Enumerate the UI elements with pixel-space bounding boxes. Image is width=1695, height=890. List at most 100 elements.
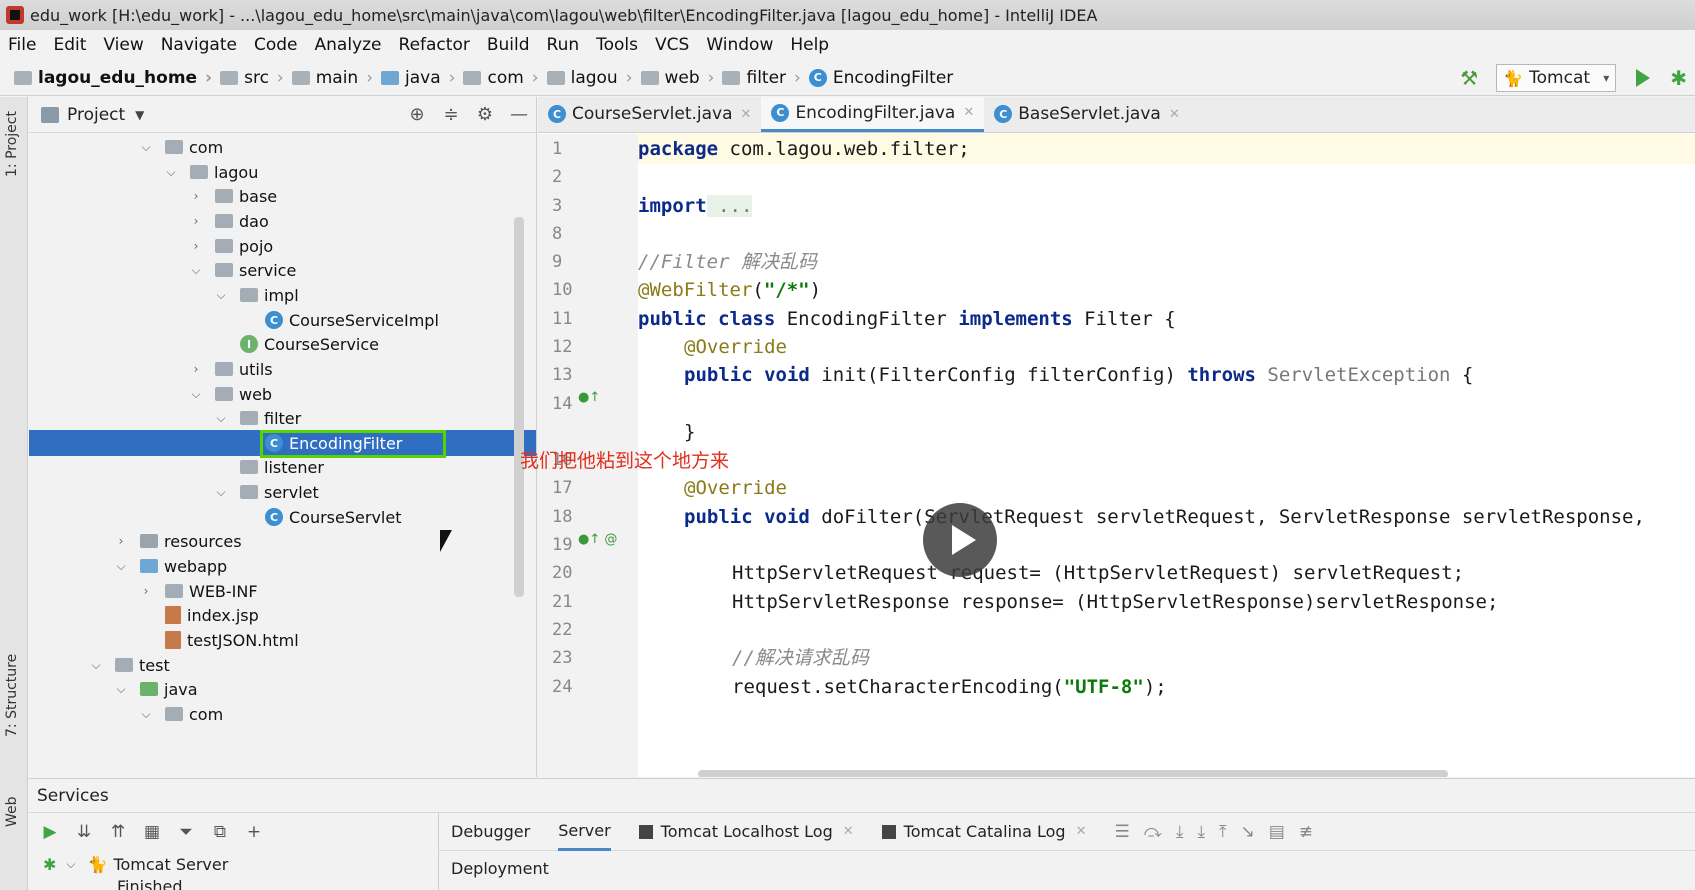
tree-item-courseservlet[interactable]: C CourseServlet <box>29 504 536 530</box>
chevron-down-icon[interactable]: ⌵ <box>214 288 228 303</box>
breadcrumb-lagou[interactable]: lagou › <box>546 68 633 88</box>
build-hammer-icon[interactable]: ⚒ <box>1460 68 1480 88</box>
tree-item-listener[interactable]: listener <box>29 454 536 480</box>
menu-vcs[interactable]: VCS <box>655 35 689 55</box>
menu-refactor[interactable]: Refactor <box>399 35 470 55</box>
breadcrumb-main[interactable]: main › <box>291 68 373 88</box>
tab-server[interactable]: Server <box>558 813 611 851</box>
chevron-down-icon[interactable]: ⌵ <box>114 682 128 697</box>
tab-debugger[interactable]: Debugger <box>451 813 530 851</box>
run-configuration-select[interactable]: 🐈 Tomcat ▾ <box>1496 64 1617 92</box>
menu-view[interactable]: View <box>103 35 143 55</box>
chevron-down-icon[interactable]: ⌵ <box>89 658 103 673</box>
breadcrumb-java[interactable]: java › <box>381 68 455 88</box>
tree-item-web[interactable]: ⌵ web <box>29 381 536 407</box>
close-icon[interactable]: ✕ <box>1169 107 1180 122</box>
project-tool-button[interactable]: 1: Project <box>4 111 20 177</box>
tree-item-com[interactable]: ⌵ com <box>29 701 536 727</box>
breadcrumb-project[interactable]: lagou_edu_home › <box>14 68 212 88</box>
chevron-down-icon[interactable]: ⌵ <box>139 140 153 155</box>
add-icon[interactable]: + <box>243 822 265 842</box>
menu-help[interactable]: Help <box>790 35 829 55</box>
breadcrumb-encodingfilter[interactable]: C EncodingFilter <box>808 68 953 88</box>
chevron-down-icon[interactable]: ⌵ <box>214 411 228 426</box>
code-area[interactable]: package com.lagou.web.filter; import ...… <box>638 134 1695 777</box>
menu-analyze[interactable]: Analyze <box>315 35 382 55</box>
chevron-down-icon[interactable]: ⌵ <box>189 263 203 278</box>
menu-tools[interactable]: Tools <box>596 35 638 55</box>
chevron-down-icon[interactable]: ⌵ <box>214 485 228 500</box>
tree-item-resources[interactable]: › resources <box>29 528 536 554</box>
run-icon[interactable]: ▶ <box>39 822 61 842</box>
close-icon[interactable]: ✕ <box>1076 824 1087 839</box>
menu-icon[interactable]: ☰ <box>1115 822 1130 842</box>
chevron-down-icon[interactable]: ▼ <box>135 108 144 122</box>
structure-tool-button[interactable]: 7: Structure <box>4 654 20 737</box>
tree-item-base[interactable]: › base <box>29 183 536 209</box>
new-tab-icon[interactable]: ⧉ <box>209 822 231 842</box>
breadcrumb-src[interactable]: src › <box>220 68 284 88</box>
chevron-right-icon[interactable]: › <box>189 239 203 253</box>
chevron-down-icon[interactable]: ⌵ <box>189 387 203 402</box>
tree-item-utils[interactable]: › utils <box>29 356 536 382</box>
services-tree-item[interactable]: ✱ ⌵ 🐈 Tomcat Server <box>29 851 438 877</box>
tree-item-dao[interactable]: › dao <box>29 208 536 234</box>
minimize-icon[interactable]: — <box>508 105 530 125</box>
tab-courseservlet[interactable]: C CourseServlet.java ✕ <box>538 97 761 132</box>
collapse-all-icon[interactable]: ⇈ <box>107 822 129 842</box>
tab-encodingfilter[interactable]: C EncodingFilter.java ✕ <box>761 97 985 132</box>
video-play-icon[interactable] <box>923 503 997 577</box>
chevron-right-icon[interactable]: › <box>189 214 203 228</box>
step-out-icon[interactable]: ⤒ <box>1219 822 1227 842</box>
tree-item-service[interactable]: ⌵ service <box>29 257 536 283</box>
tab-baseservlet[interactable]: C BaseServlet.java ✕ <box>984 97 1189 132</box>
implements-gutter-icon[interactable]: ●↑ <box>578 390 600 405</box>
filter-icon[interactable]: ⏷ <box>175 822 197 842</box>
tree-item-web-inf[interactable]: › WEB-INF <box>29 578 536 604</box>
menu-window[interactable]: Window <box>706 35 773 55</box>
chevron-right-icon[interactable]: › <box>189 362 203 376</box>
tab-tomcat-catalina-log[interactable]: Tomcat Catalina Log ✕ <box>881 813 1087 851</box>
debug-icon[interactable]: ✱ <box>43 855 56 874</box>
tree-item-java[interactable]: ⌵ java <box>29 676 536 702</box>
debug-icon[interactable]: ✱ <box>1670 66 1687 90</box>
force-step-into-icon[interactable]: ⤓ <box>1197 822 1205 842</box>
run-icon[interactable] <box>1636 69 1651 87</box>
breadcrumb-web[interactable]: web › <box>640 68 714 88</box>
trace-icon[interactable]: ≢ <box>1299 822 1313 842</box>
tree-item-webapp[interactable]: ⌵ webapp <box>29 553 536 579</box>
project-view-selector[interactable]: Project <box>67 105 125 125</box>
tree-item-encodingfilter[interactable]: C EncodingFilter <box>29 430 536 458</box>
step-into-icon[interactable]: ⤓ <box>1176 822 1184 842</box>
step-over-icon[interactable]: ⤼ <box>1144 822 1162 842</box>
tree-item-testjson-html[interactable]: testJSON.html <box>29 627 536 653</box>
menu-edit[interactable]: Edit <box>53 35 86 55</box>
chevron-down-icon[interactable]: ⌵ <box>139 707 153 722</box>
chevron-down-icon[interactable]: ⌵ <box>164 165 178 180</box>
web-tool-button[interactable]: Web <box>4 796 20 827</box>
collapse-all-icon[interactable]: ≑ <box>440 105 462 125</box>
chevron-right-icon[interactable]: › <box>114 534 128 548</box>
group-icon[interactable]: ▦ <box>141 822 163 842</box>
menu-build[interactable]: Build <box>487 35 530 55</box>
close-icon[interactable]: ✕ <box>843 824 854 839</box>
chevron-right-icon[interactable]: › <box>189 189 203 203</box>
tree-item-com[interactable]: ⌵ com <box>29 134 536 160</box>
tab-tomcat-localhost-log[interactable]: Tomcat Localhost Log ✕ <box>638 813 854 851</box>
project-scrollbar[interactable] <box>514 217 524 597</box>
evaluate-icon[interactable]: ▤ <box>1269 822 1285 842</box>
tree-item-servlet[interactable]: ⌵ servlet <box>29 479 536 505</box>
close-icon[interactable]: ✕ <box>741 107 752 122</box>
tree-item-courseservice[interactable]: I CourseService <box>29 331 536 357</box>
tree-item-index-jsp[interactable]: index.jsp <box>29 602 536 628</box>
services-tree-item[interactable]: Finished <box>29 877 438 890</box>
tree-item-impl[interactable]: ⌵ impl <box>29 282 536 308</box>
tree-item-filter[interactable]: ⌵ filter <box>29 405 536 431</box>
menu-run[interactable]: Run <box>547 35 580 55</box>
tree-item-pojo[interactable]: › pojo <box>29 233 536 259</box>
breadcrumb-com[interactable]: com › <box>463 68 539 88</box>
editor-horizontal-scrollbar[interactable] <box>698 770 1448 777</box>
menu-code[interactable]: Code <box>254 35 298 55</box>
chevron-down-icon[interactable]: ⌵ <box>66 857 75 872</box>
run-to-cursor-icon[interactable]: ↘ <box>1240 822 1254 842</box>
